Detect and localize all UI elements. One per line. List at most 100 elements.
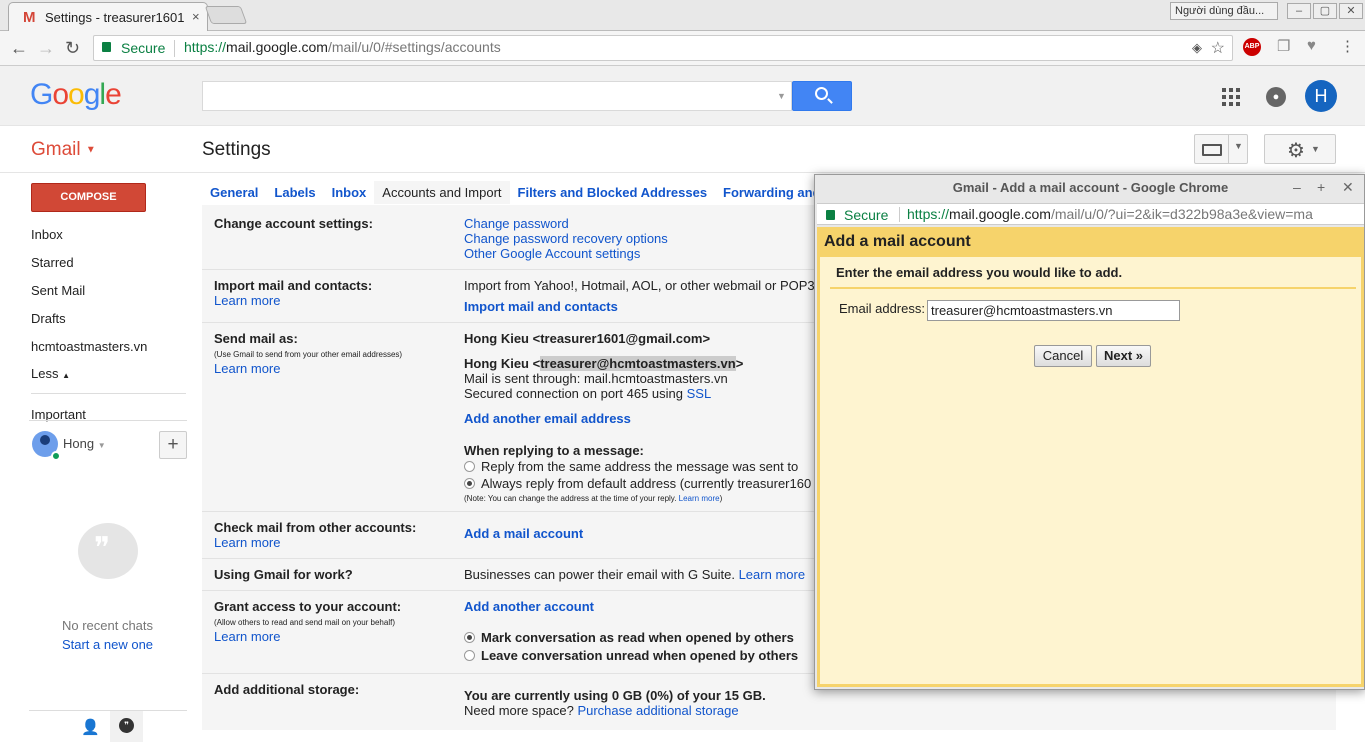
google-logo[interactable]: Google xyxy=(30,78,122,112)
grant-sub: (Allow others to read and send mail on y… xyxy=(214,618,395,627)
add-another-email-link[interactable]: Add another email address xyxy=(464,411,631,426)
account-avatar[interactable]: H xyxy=(1305,80,1337,112)
change-recovery-link[interactable]: Change password recovery options xyxy=(464,231,668,246)
adblock-icon[interactable]: ABP xyxy=(1243,38,1261,56)
lock-icon xyxy=(102,42,111,52)
extension-icon[interactable]: ❐ xyxy=(1277,37,1290,55)
hangouts-tab[interactable]: ❞ xyxy=(110,711,143,742)
heart-extension-icon[interactable]: ♥ xyxy=(1307,37,1316,54)
addr2-suffix: > xyxy=(735,356,744,371)
hangouts-user-row: Hong ▼ + xyxy=(29,420,187,465)
tab-labels[interactable]: Labels xyxy=(266,181,323,204)
import-learn-more-link[interactable]: Learn more xyxy=(214,293,280,308)
back-arrow-icon[interactable]: ← xyxy=(10,38,28,59)
google-header: Google ▼ ● H xyxy=(0,66,1365,126)
popup-heading-bar: Add a mail account xyxy=(820,227,1361,257)
reply-option-default[interactable]: Always reply from default address (curre… xyxy=(464,476,812,491)
search-options-chevron-icon[interactable]: ▼ xyxy=(777,91,786,101)
forward-arrow-icon[interactable]: → xyxy=(37,38,55,59)
chevron-down-icon: ▼ xyxy=(1311,144,1320,154)
popup-maximize-icon[interactable]: + xyxy=(1317,179,1325,195)
address-url[interactable]: https://mail.google.com/mail/u/0/#settin… xyxy=(184,39,501,55)
next-button[interactable]: Next » xyxy=(1096,345,1151,367)
address-separator xyxy=(174,40,175,57)
storage-usage: You are currently using 0 GB (0%) of you… xyxy=(464,688,766,703)
chevron-down-icon[interactable]: ▼ xyxy=(1234,141,1243,151)
popup-minimize-icon[interactable]: – xyxy=(1293,179,1301,195)
tab-filters[interactable]: Filters and Blocked Addresses xyxy=(510,181,716,204)
caret-down-icon: ▼ xyxy=(97,441,106,450)
check-mail-learn-more-link[interactable]: Learn more xyxy=(214,535,280,550)
contacts-person-icon[interactable]: 👤 xyxy=(81,718,100,736)
gmail-app-menu[interactable]: Gmail ▼ xyxy=(31,139,96,161)
other-account-settings-link[interactable]: Other Google Account settings xyxy=(464,246,640,261)
grant-label: Grant access to your account: xyxy=(214,599,402,614)
storage-need-more: Need more space? xyxy=(464,703,578,718)
work-learn-more-link[interactable]: Learn more xyxy=(739,567,805,582)
compose-button[interactable]: COMPOSE xyxy=(31,183,146,212)
minimize-window-button[interactable]: – xyxy=(1287,3,1311,19)
popup-close-icon[interactable]: ✕ xyxy=(1342,179,1354,196)
nav-sent-mail[interactable]: Sent Mail xyxy=(31,283,85,298)
profile-badge[interactable]: Người dùng đầu... xyxy=(1170,2,1278,20)
reply-note-learn-more-link[interactable]: Learn more xyxy=(679,494,720,503)
start-new-chat-link[interactable]: Start a new one xyxy=(30,637,185,652)
nav-label-hcmtoastmasters[interactable]: hcmtoastmasters.vn xyxy=(31,339,147,354)
purchase-storage-link[interactable]: Purchase additional storage xyxy=(577,703,738,718)
tracking-eye-icon[interactable]: ◈ xyxy=(1192,40,1202,56)
send-as-learn-more-link[interactable]: Learn more xyxy=(214,361,280,376)
url-path: /mail/u/0/#settings/accounts xyxy=(327,39,501,55)
caret-up-icon: ▲ xyxy=(62,371,71,380)
radio-button[interactable] xyxy=(464,650,475,661)
bookmark-star-icon[interactable]: ☆ xyxy=(1211,38,1225,58)
popup-url-host: mail.google.com xyxy=(949,206,1051,222)
nav-divider xyxy=(31,393,186,394)
search-input[interactable] xyxy=(202,81,792,111)
tab-accounts-and-import[interactable]: Accounts and Import xyxy=(374,181,510,204)
apps-grid-icon[interactable] xyxy=(1222,88,1240,106)
import-mail-contacts-link[interactable]: Import mail and contacts xyxy=(464,299,618,314)
popup-instruction: Enter the email address you would like t… xyxy=(836,265,1123,280)
radio-button-checked[interactable] xyxy=(464,632,475,643)
grant-learn-more-link[interactable]: Learn more xyxy=(214,629,280,644)
tab-general[interactable]: General xyxy=(202,181,266,204)
grant-option-unread-label: Leave conversation unread when opened by… xyxy=(481,648,799,663)
restore-window-button[interactable]: ▢ xyxy=(1313,3,1337,19)
hangouts-status-menu[interactable]: Hong ▼ xyxy=(63,436,106,451)
button-divider xyxy=(1228,135,1229,163)
nav-drafts[interactable]: Drafts xyxy=(31,311,66,326)
search-button[interactable] xyxy=(792,81,852,111)
nav-inbox[interactable]: Inbox xyxy=(31,227,63,242)
browser-tab-settings[interactable]: M Settings - treasurer1601 × xyxy=(8,2,208,31)
settings-gear-button[interactable]: ⚙ ▼ xyxy=(1264,134,1336,164)
tab-inbox[interactable]: Inbox xyxy=(324,181,375,204)
grant-option-unread[interactable]: Leave conversation unread when opened by… xyxy=(464,648,798,663)
add-mail-account-link[interactable]: Add a mail account xyxy=(464,526,583,541)
cancel-button[interactable]: Cancel xyxy=(1034,345,1092,367)
address-separator xyxy=(899,207,900,222)
nav-starred[interactable]: Starred xyxy=(31,255,74,270)
add-contact-button[interactable]: + xyxy=(159,431,187,459)
nav-less-label: Less xyxy=(31,366,59,381)
close-window-button[interactable]: ✕ xyxy=(1339,3,1363,19)
input-tools-button[interactable]: ▼ xyxy=(1194,134,1248,164)
notifications-bell-icon[interactable]: ● xyxy=(1266,87,1286,107)
email-address-field[interactable] xyxy=(927,300,1180,321)
tab-close-icon[interactable]: × xyxy=(192,9,200,24)
address-bar[interactable]: Secure https://mail.google.com/mail/u/0/… xyxy=(93,35,1233,61)
nav-less-toggle[interactable]: Less ▲ xyxy=(31,366,70,381)
chrome-menu-icon[interactable]: ⋮ xyxy=(1340,37,1355,55)
add-another-account-link[interactable]: Add another account xyxy=(464,599,594,614)
reply-option-same[interactable]: Reply from the same address the message … xyxy=(464,459,812,474)
ssl-link[interactable]: SSL xyxy=(687,386,712,401)
change-password-link[interactable]: Change password xyxy=(464,216,569,231)
grant-option-read[interactable]: Mark conversation as read when opened by… xyxy=(464,630,794,645)
work-label: Using Gmail for work? xyxy=(214,567,353,582)
reload-icon[interactable]: ↻ xyxy=(65,38,80,59)
send-as-address-2: Hong Kieu <treasurer@hcmtoastmasters.vn> xyxy=(464,356,743,371)
new-tab-button[interactable] xyxy=(204,6,248,24)
tab-forwarding[interactable]: Forwarding and POP/IMAP xyxy=(715,181,822,204)
popup-address-bar[interactable]: Secure https://mail.google.com/mail/u/0/… xyxy=(817,203,1364,225)
radio-button-checked[interactable] xyxy=(464,478,475,489)
radio-button[interactable] xyxy=(464,461,475,472)
